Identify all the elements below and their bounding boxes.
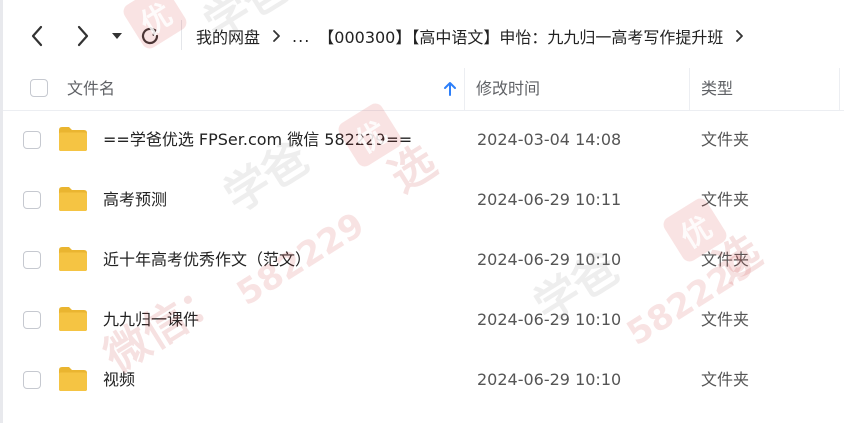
file-name[interactable]: 近十年高考优秀作文（范文） — [103, 249, 311, 271]
folder-icon — [59, 367, 87, 391]
file-modified-time: 2024-06-29 10:10 — [477, 250, 622, 269]
file-type: 文件夹 — [701, 310, 750, 329]
row-checkbox[interactable] — [23, 191, 41, 209]
file-name[interactable]: 九九归一课件 — [103, 309, 199, 331]
column-divider[interactable] — [689, 68, 690, 110]
file-type: 文件夹 — [701, 190, 750, 209]
chevron-right-icon — [736, 30, 744, 42]
table-row[interactable]: ==学爸优选 FPSer.com 微信 582229== 2024-03-04 … — [3, 110, 844, 170]
select-all-checkbox[interactable] — [30, 79, 48, 97]
file-modified-time: 2024-06-29 10:10 — [477, 310, 622, 329]
row-checkbox[interactable] — [23, 311, 41, 329]
arrow-up-icon[interactable] — [443, 80, 457, 98]
file-name[interactable]: 视频 — [103, 369, 135, 391]
file-modified-time: 2024-03-04 14:08 — [477, 130, 622, 149]
chevron-right-icon — [77, 25, 89, 47]
breadcrumb-current[interactable]: 【000300】【高中语文】申怡：九九归一高考写作提升班 — [318, 24, 723, 48]
caret-down-icon — [112, 33, 122, 39]
file-modified-time: 2024-06-29 10:11 — [477, 190, 622, 209]
breadcrumb-separator[interactable] — [735, 29, 744, 43]
file-modified-time: 2024-06-29 10:10 — [477, 370, 622, 389]
column-divider[interactable] — [839, 68, 840, 110]
column-header-name[interactable]: 文件名 — [67, 79, 115, 99]
file-manager-window: 我的网盘 ... 【000300】【高中语文】申怡：九九归一高考写作提升班 文件… — [0, 0, 844, 423]
folder-icon — [59, 187, 87, 211]
folder-icon — [59, 307, 87, 331]
file-name[interactable]: ==学爸优选 FPSer.com 微信 582229== — [103, 129, 412, 151]
refresh-button[interactable] — [136, 22, 164, 50]
table-row[interactable]: 九九归一课件 2024-06-29 10:10 文件夹 — [3, 290, 844, 350]
breadcrumb-ellipsis[interactable]: ... — [292, 27, 310, 46]
toolbar-divider — [181, 20, 182, 50]
breadcrumb-separator — [272, 29, 281, 43]
file-list-header: 文件名 修改时间 类型 — [3, 68, 844, 111]
table-row[interactable]: 高考预测 2024-06-29 10:11 文件夹 — [3, 170, 844, 230]
breadcrumb-root[interactable]: 我的网盘 — [196, 24, 260, 48]
chevron-left-icon — [31, 25, 43, 47]
table-row[interactable]: 视频 2024-06-29 10:10 文件夹 — [3, 350, 844, 410]
column-header-type[interactable]: 类型 — [701, 79, 733, 99]
folder-icon — [59, 127, 87, 151]
back-button[interactable] — [23, 22, 51, 50]
file-type: 文件夹 — [701, 130, 750, 149]
file-list: ==学爸优选 FPSer.com 微信 582229== 2024-03-04 … — [3, 110, 844, 410]
chevron-right-icon — [273, 30, 280, 42]
breadcrumb: 我的网盘 ... 【000300】【高中语文】申怡：九九归一高考写作提升班 — [196, 22, 755, 50]
row-checkbox[interactable] — [23, 131, 41, 149]
row-checkbox[interactable] — [23, 371, 41, 389]
folder-icon — [59, 247, 87, 271]
history-dropdown-button[interactable] — [105, 22, 129, 50]
refresh-icon — [141, 27, 159, 45]
row-checkbox[interactable] — [23, 251, 41, 269]
column-divider[interactable] — [464, 68, 465, 110]
file-type: 文件夹 — [701, 370, 750, 389]
navigation-toolbar: 我的网盘 ... 【000300】【高中语文】申怡：九九归一高考写作提升班 — [3, 0, 844, 68]
table-row[interactable]: 近十年高考优秀作文（范文） 2024-06-29 10:10 文件夹 — [3, 230, 844, 290]
forward-button[interactable] — [69, 22, 97, 50]
file-name[interactable]: 高考预测 — [103, 189, 167, 211]
file-type: 文件夹 — [701, 250, 750, 269]
column-header-modified[interactable]: 修改时间 — [476, 79, 540, 99]
